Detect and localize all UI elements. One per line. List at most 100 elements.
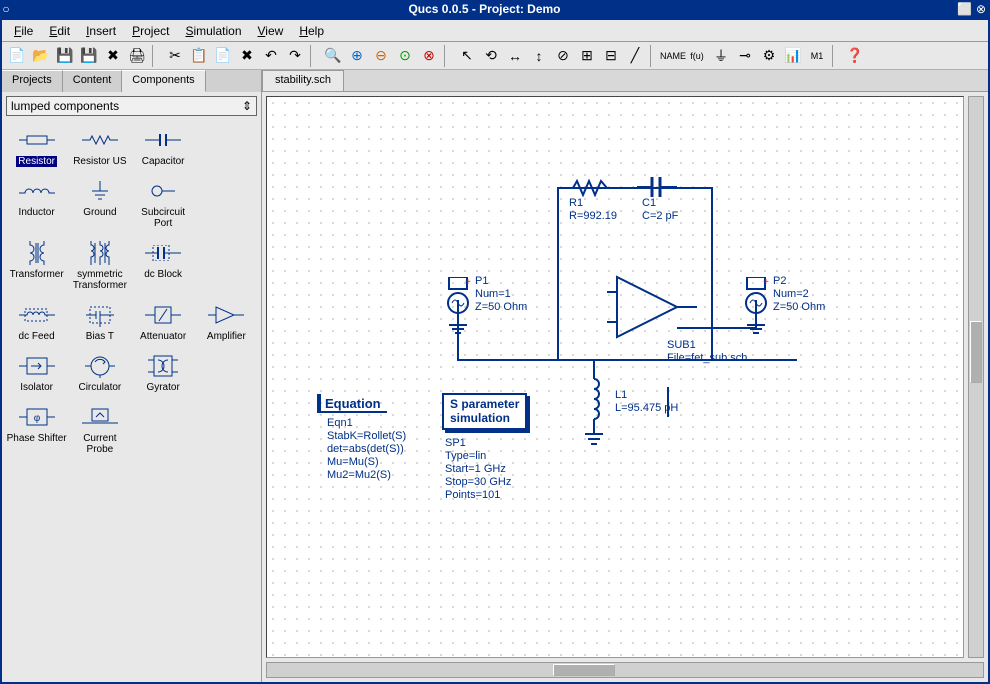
mirror-y-icon[interactable]: ↕ [528, 45, 550, 67]
p1-z: Z=50 Ohm [475, 301, 527, 313]
sub1-name: SUB1 [667, 339, 696, 351]
mirror-x-icon[interactable]: ↔ [504, 45, 526, 67]
menu-project[interactable]: Project [124, 22, 177, 40]
r1-value: R=992.19 [569, 210, 617, 222]
save-icon[interactable]: 💾 [54, 45, 76, 67]
component-amplifier[interactable]: Amplifier [196, 303, 257, 342]
component-attenuator[interactable]: Attenuator [133, 303, 194, 342]
zoom-out-icon[interactable]: ⊖ [370, 45, 392, 67]
zoom-fit-icon[interactable]: 🔍 [322, 45, 344, 67]
component-grid: Resistor Resistor US Capacitor Inductor [2, 120, 261, 463]
schematic-l1[interactable] [581, 359, 607, 459]
p1-name: P1 [475, 275, 488, 287]
wire-icon[interactable]: ╱ [624, 45, 646, 67]
grid2-icon[interactable]: ⊟ [600, 45, 622, 67]
sub1-file: File=fet_sub.sch [667, 352, 747, 364]
new-icon[interactable]: 📄 [6, 45, 28, 67]
component-current-probe[interactable]: Current Probe [69, 405, 130, 455]
eqn-l4: Mu2=Mu2(S) [327, 469, 391, 481]
sp-name: SP1 [445, 437, 466, 449]
component-dc-block[interactable]: dc Block [133, 241, 194, 291]
c1-name: C1 [642, 197, 656, 209]
eqn-l3: Mu=Mu(S) [327, 456, 379, 468]
menu-edit[interactable]: Edit [41, 22, 78, 40]
redo-icon[interactable]: ↷ [284, 45, 306, 67]
cut-icon[interactable]: ✂ [164, 45, 186, 67]
component-subcircuit-port[interactable]: Subcircuit Port [133, 179, 194, 229]
schematic-p1[interactable]: + [445, 277, 471, 347]
save-all-icon[interactable]: 💾 [78, 45, 100, 67]
schematic-c1[interactable] [637, 175, 677, 199]
copy-icon[interactable]: 📋 [188, 45, 210, 67]
schematic-r1[interactable] [567, 179, 615, 197]
component-category-combo[interactable]: lumped components ⇕ [6, 96, 257, 116]
deactivate-icon[interactable]: ⊘ [552, 45, 574, 67]
label-icon[interactable]: NAME [662, 45, 684, 67]
menu-help[interactable]: Help [291, 22, 332, 40]
svg-text:φ: φ [33, 413, 40, 424]
doc-tab-stability[interactable]: stability.sch [262, 70, 344, 91]
delete-icon[interactable]: ✖ [236, 45, 258, 67]
view-data-icon[interactable]: 📊 [782, 45, 804, 67]
schematic-canvas[interactable]: R1 R=992.19 C1 C=2 pF [266, 96, 964, 658]
component-ground[interactable]: Ground [69, 179, 130, 229]
toolbar: 📄 📂 💾 💾 ✖ 🖨 ✂ 📋 📄 ✖ ↶ ↷ 🔍 ⊕ ⊖ ⊙ ⊗ ↖ ⟲ ↔ … [2, 42, 988, 70]
menu-view[interactable]: View [250, 22, 292, 40]
component-phase-shifter[interactable]: φ Phase Shifter [6, 405, 67, 455]
select-icon[interactable]: ↖ [456, 45, 478, 67]
menu-file[interactable]: File [6, 22, 41, 40]
window-title: Qucs 0.0.5 - Project: Demo [12, 2, 957, 16]
vertical-scrollbar[interactable] [968, 96, 984, 658]
left-panel: Projects Content Components lumped compo… [2, 70, 262, 682]
component-transformer[interactable]: Transformer [6, 241, 67, 291]
zoom-in-icon[interactable]: ⊕ [346, 45, 368, 67]
close-doc-icon[interactable]: ✖ [102, 45, 124, 67]
zoom-1-icon[interactable]: ⊙ [394, 45, 416, 67]
equation-icon[interactable]: f(u) [686, 45, 708, 67]
l1-name: L1 [615, 389, 627, 401]
p1-num: Num=1 [475, 288, 511, 300]
component-resistor[interactable]: Resistor [6, 128, 67, 167]
chevron-updown-icon: ⇕ [242, 99, 252, 113]
schematic-p2[interactable]: + [743, 277, 769, 347]
window-titlebar: ○ Qucs 0.0.5 - Project: Demo ⬜ ⊗ [0, 0, 990, 18]
menu-simulation[interactable]: Simulation [177, 22, 249, 40]
tab-projects[interactable]: Projects [2, 70, 63, 92]
tab-components[interactable]: Components [122, 70, 205, 92]
component-sym-transformer[interactable]: symmetric Transformer [69, 241, 130, 291]
simulate-icon[interactable]: ⚙ [758, 45, 780, 67]
component-bias-t[interactable]: Bias T [69, 303, 130, 342]
port-icon[interactable]: ⊸ [734, 45, 756, 67]
tab-content[interactable]: Content [63, 70, 123, 92]
schematic-sub1[interactable] [607, 267, 697, 347]
open-icon[interactable]: 📂 [30, 45, 52, 67]
zoom-reset-icon[interactable]: ⊗ [418, 45, 440, 67]
p2-z: Z=50 Ohm [773, 301, 825, 313]
component-isolator[interactable]: Isolator [6, 354, 67, 393]
close-icon[interactable]: ⊗ [976, 2, 986, 16]
p2-num: Num=2 [773, 288, 809, 300]
sp-sim-block[interactable]: S parameter simulation [442, 393, 527, 430]
component-inductor[interactable]: Inductor [6, 179, 67, 229]
component-resistor-us[interactable]: Resistor US [69, 128, 130, 167]
component-dc-feed[interactable]: dc Feed [6, 303, 67, 342]
print-icon[interactable]: 🖨 [126, 45, 148, 67]
grid-icon[interactable]: ⊞ [576, 45, 598, 67]
window-menu-icon[interactable]: ○ [0, 2, 12, 16]
menu-insert[interactable]: Insert [78, 22, 124, 40]
eqn-l1: StabK=Rollet(S) [327, 430, 406, 442]
marker-icon[interactable]: M1 [806, 45, 828, 67]
component-circulator[interactable]: Circulator [69, 354, 130, 393]
equation-block[interactable]: Equation [317, 394, 387, 413]
rotate-icon[interactable]: ⟲ [480, 45, 502, 67]
component-capacitor[interactable]: Capacitor [133, 128, 194, 167]
horizontal-scrollbar[interactable] [266, 662, 984, 678]
component-gyrator[interactable]: Gyrator [133, 354, 194, 393]
undo-icon[interactable]: ↶ [260, 45, 282, 67]
sp-points: Points=101 [445, 489, 500, 501]
ground-icon[interactable]: ⏚ [710, 45, 732, 67]
help-icon[interactable]: ❓ [844, 45, 866, 67]
eqn-l2: det=abs(det(S)) [327, 443, 404, 455]
maximize-icon[interactable]: ⬜ [957, 2, 972, 16]
paste-icon[interactable]: 📄 [212, 45, 234, 67]
